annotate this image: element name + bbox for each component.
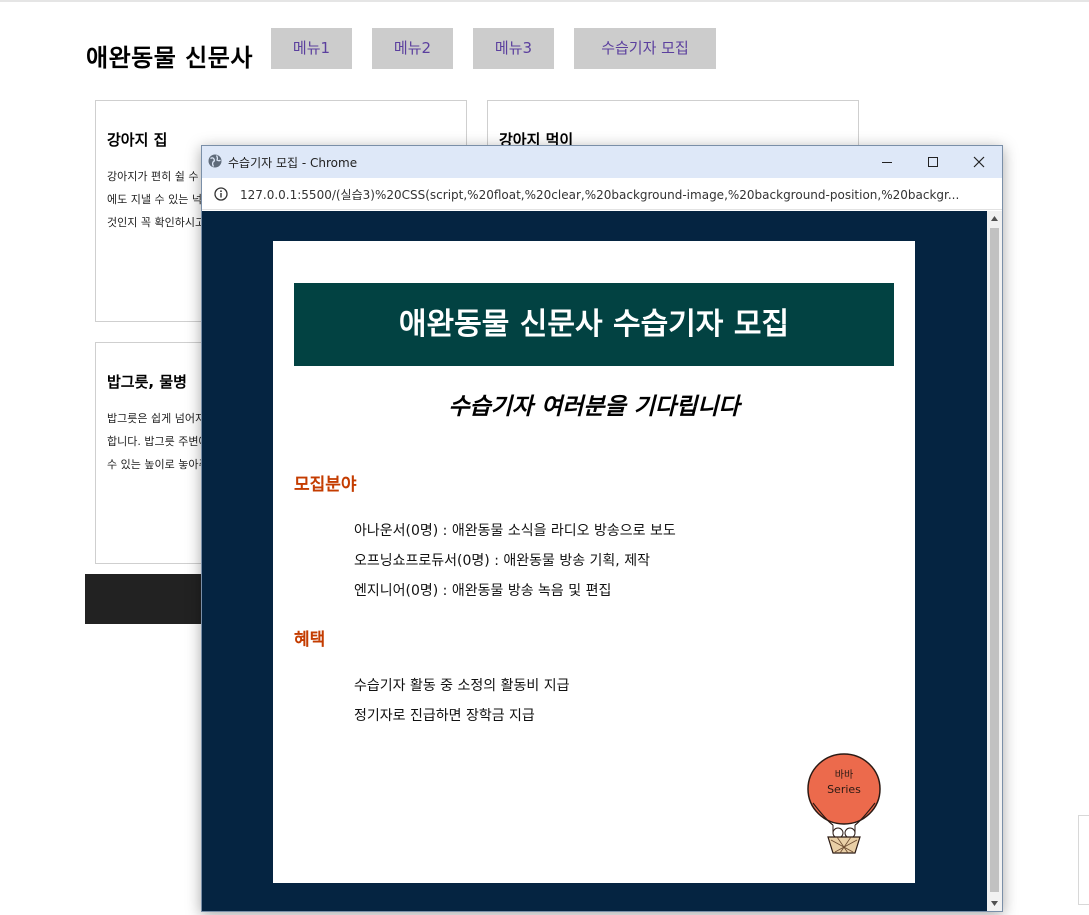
menu-button-3[interactable]: 메뉴3: [473, 28, 554, 69]
logo-text-series: Series: [827, 783, 861, 796]
site-title: 애완동물 신문사: [86, 44, 253, 72]
field-item-engineer: 엔지니어(0명) : 애완동물 방송 녹음 및 편집: [354, 583, 612, 599]
scrollbar-thumb[interactable]: [990, 228, 999, 892]
close-button[interactable]: [956, 146, 1002, 178]
top-divider: [0, 0, 1089, 2]
menu-button-1[interactable]: 메뉴1: [271, 28, 352, 69]
scroll-up-button[interactable]: [987, 211, 1002, 226]
card-title: 강아지 집: [107, 131, 168, 149]
recruit-paper: 애완동물 신문사 수습기자 모집 수습기자 여러분을 기다립니다 모집분야 아나…: [273, 241, 915, 883]
field-item-announcer: 아나운서(0명) : 애완동물 소식을 라디오 방송으로 보도: [354, 523, 676, 539]
recruit-subtitle: 수습기자 여러분을 기다립니다: [448, 394, 740, 420]
section-heading-benefits: 혜택: [294, 630, 326, 650]
scroll-down-icon: [991, 901, 998, 906]
popup-window: 수습기자 모집 - Chrome 127.0.0.1:5500/(실습3)%20…: [201, 145, 1003, 912]
balloon-logo: 바바 Series: [807, 753, 881, 854]
recruit-banner: 애완동물 신문사 수습기자 모집: [294, 283, 894, 366]
maximize-button[interactable]: [910, 146, 956, 178]
vertical-scrollbar[interactable]: [987, 211, 1002, 911]
globe-icon: [208, 154, 222, 168]
benefit-item-scholarship: 정기자로 진급하면 장학금 지급: [354, 708, 535, 724]
footer-bar: [85, 574, 215, 624]
section-heading-fields: 모집분야: [294, 475, 357, 495]
close-icon: [973, 156, 985, 168]
card-title: 밥그릇, 물병: [107, 373, 187, 391]
benefit-item-stipend: 수습기자 활동 중 소정의 활동비 지급: [354, 678, 570, 694]
side-edge-panel: [1078, 815, 1089, 905]
logo-text-top: 바바: [835, 769, 853, 781]
scroll-down-button[interactable]: [987, 896, 1002, 911]
info-icon[interactable]: [214, 187, 228, 201]
menu-button-recruit[interactable]: 수습기자 모집: [574, 28, 716, 69]
address-bar[interactable]: 127.0.0.1:5500/(실습3)%20CSS(script,%20flo…: [202, 178, 1002, 210]
page-viewport: 애완동물 신문사 수습기자 모집 수습기자 여러분을 기다립니다 모집분야 아나…: [202, 211, 987, 911]
menu-button-2[interactable]: 메뉴2: [372, 28, 453, 69]
scroll-up-icon: [991, 216, 998, 221]
window-title: 수습기자 모집 - Chrome: [228, 156, 358, 170]
url-text[interactable]: 127.0.0.1:5500/(실습3)%20CSS(script,%20flo…: [240, 186, 990, 203]
window-titlebar[interactable]: 수습기자 모집 - Chrome: [202, 146, 1002, 178]
minimize-icon: [881, 161, 892, 163]
maximize-icon: [927, 156, 938, 167]
field-item-producer: 오프닝쇼프로듀서(0명) : 애완동물 방송 기획, 제작: [354, 553, 650, 569]
minimize-button[interactable]: [864, 146, 910, 178]
